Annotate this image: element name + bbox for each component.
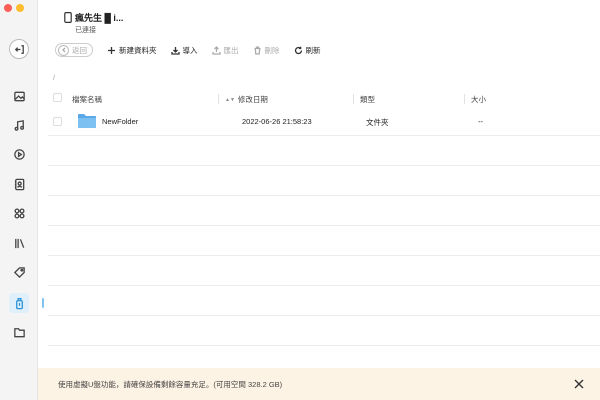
empty-row: [48, 256, 600, 286]
empty-row: [48, 316, 600, 346]
empty-row: [48, 196, 600, 226]
plus-icon: [108, 46, 115, 54]
column-divider[interactable]: [218, 94, 219, 104]
refresh-button[interactable]: 刷新: [294, 45, 321, 56]
banner-text: 使用虛擬U盤功能，請確保設備剩餘容量充足。(可用空間 328.2 GB): [58, 379, 283, 389]
banner-close-button[interactable]: [572, 377, 586, 391]
column-header-type[interactable]: 類型: [360, 94, 375, 105]
refresh-icon: [294, 46, 302, 54]
column-header-size[interactable]: 大小: [471, 94, 486, 105]
sidebar-item-video[interactable]: [9, 144, 29, 164]
sort-icon: ▲▼: [225, 96, 235, 103]
import-button[interactable]: 導入: [170, 45, 198, 56]
empty-row: [48, 286, 600, 316]
delete-label: 刪除: [264, 45, 280, 55]
close-window-button[interactable]: [4, 4, 12, 12]
table-row[interactable]: NewFolder 2022-06-26 21:58:23 文件夾 --: [48, 106, 600, 136]
empty-row: [48, 136, 600, 166]
music-icon: [14, 119, 24, 131]
empty-row: [48, 226, 600, 256]
sidebar-item-usb-drive[interactable]: [9, 293, 29, 313]
delete-button[interactable]: 刪除: [253, 45, 280, 56]
select-all-checkbox[interactable]: [53, 93, 62, 102]
usb-drive-icon: [15, 297, 23, 309]
chevron-left-icon: [61, 47, 65, 53]
export-label: 匯出: [223, 45, 239, 55]
video-icon: [13, 148, 25, 160]
folder-icon: [78, 114, 96, 128]
back-button-label: 返回: [72, 45, 87, 55]
export-icon: [211, 45, 221, 55]
sidebar-back-button[interactable]: [9, 39, 29, 59]
storage-warning-banner: 使用虛擬U盤功能，請確保設備剩餘容量充足。(可用空間 328.2 GB): [38, 368, 600, 400]
minimize-window-button[interactable]: [16, 4, 24, 12]
sidebar-item-ringtones[interactable]: [9, 262, 29, 282]
current-path: /: [53, 75, 55, 82]
close-icon: [574, 379, 584, 389]
back-button[interactable]: 返回: [55, 43, 93, 57]
sidebar: [0, 0, 38, 400]
books-icon: [14, 238, 24, 248]
sidebar-item-books[interactable]: [9, 233, 29, 253]
row-checkbox[interactable]: [53, 117, 62, 126]
new-folder-button[interactable]: 新建資料夾: [107, 45, 157, 56]
phone-icon: [64, 12, 72, 23]
new-folder-label: 新建資料夾: [119, 45, 157, 55]
file-size: --: [478, 117, 483, 126]
files-icon: [13, 327, 25, 337]
column-header-date[interactable]: ▲▼ 修改日期: [225, 94, 268, 105]
active-item-marker: [42, 298, 44, 308]
app-window: 瘋先生 █ i... 已連接 返回 新建資料夾 導入 匯出 刪除 刷新 / 檔案…: [0, 0, 600, 400]
back-icon: [14, 44, 24, 54]
ringtones-icon: [13, 266, 25, 278]
file-type: 文件夾: [366, 118, 389, 127]
export-button[interactable]: 匯出: [211, 45, 239, 56]
device-status: 已連接: [75, 27, 96, 34]
refresh-label: 刷新: [305, 45, 321, 55]
import-label: 導入: [182, 45, 198, 55]
file-name: NewFolder: [102, 117, 139, 126]
sidebar-item-apps[interactable]: [9, 203, 29, 223]
sidebar-item-photos[interactable]: [9, 86, 29, 106]
empty-row: [48, 166, 600, 196]
photos-icon: [13, 91, 25, 101]
device-name: 瘋先生 █ i...: [75, 13, 124, 23]
trash-icon: [254, 46, 260, 55]
table-header: 檔案名稱 ▲▼ 修改日期 類型 大小: [48, 92, 600, 106]
apps-icon: [13, 207, 25, 219]
column-divider[interactable]: [353, 94, 354, 104]
toolbar: 返回 新建資料夾 導入 匯出 刪除 刷新: [50, 42, 335, 58]
contacts-icon: [14, 178, 24, 190]
device-header: 瘋先生 █ i... 已連接: [64, 11, 123, 35]
import-icon: [170, 46, 180, 55]
window-controls: [4, 4, 24, 12]
sidebar-item-music[interactable]: [9, 115, 29, 135]
column-header-date-label: 修改日期: [237, 95, 268, 104]
sidebar-item-contacts[interactable]: [9, 174, 29, 194]
sidebar-item-files[interactable]: [9, 322, 29, 342]
column-divider[interactable]: [464, 94, 465, 104]
column-header-name[interactable]: 檔案名稱: [72, 94, 102, 105]
file-date: 2022-06-26 21:58:23: [242, 117, 312, 126]
